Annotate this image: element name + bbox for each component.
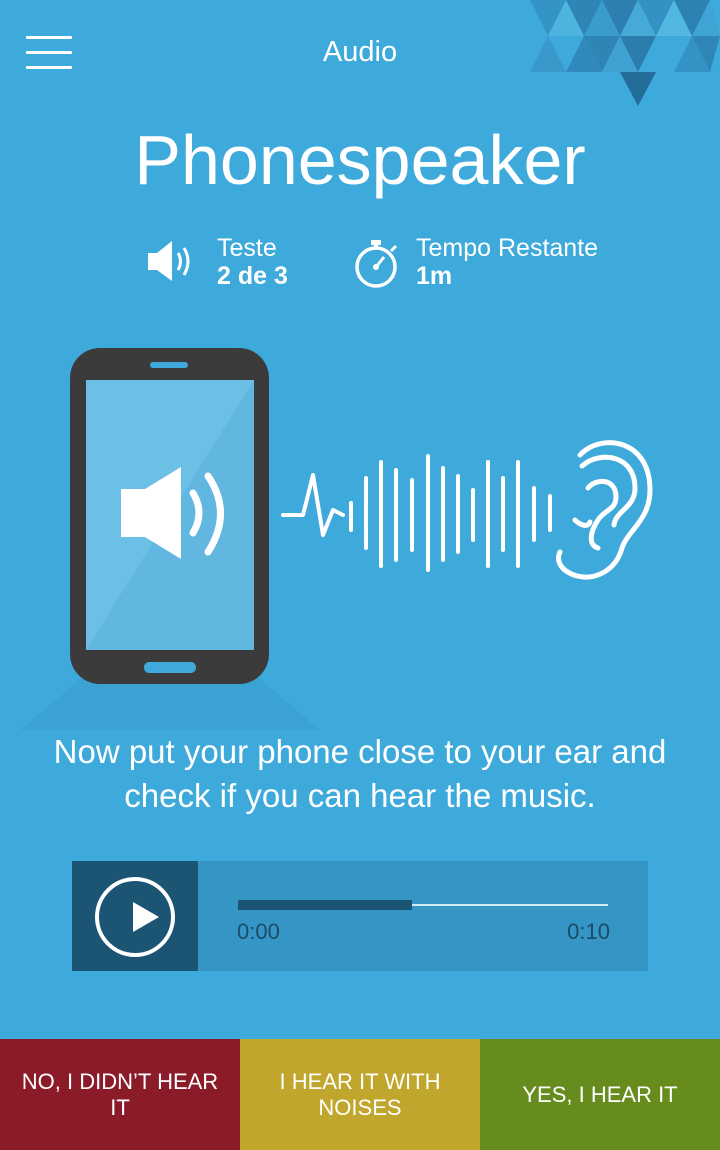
no-button[interactable]: NO, I DIDN’T HEAR IT — [0, 1039, 240, 1150]
progress-bar[interactable] — [238, 900, 608, 910]
with-noises-button[interactable]: I HEAR IT WITH NOISES — [240, 1039, 480, 1150]
sound-wave-icon — [281, 454, 552, 572]
stopwatch-icon — [355, 240, 398, 288]
test-value: 2 de 3 — [217, 262, 288, 290]
speaker-icon — [148, 241, 190, 281]
play-icon — [95, 877, 175, 957]
time-value: 1m — [416, 262, 453, 290]
app-title: Audio — [322, 36, 398, 68]
yes-button[interactable]: YES, I HEAR IT — [480, 1039, 720, 1150]
progress-fill — [238, 900, 412, 910]
instructions-text: Now put your phone close to your ear and… — [53, 733, 667, 814]
answer-buttons: NO, I DIDN’T HEAR IT I HEAR IT WITH NOIS… — [0, 1039, 720, 1150]
test-label: Teste — [217, 234, 277, 262]
duration: 0:10 — [567, 919, 610, 944]
page-title: Phonespeaker — [134, 121, 586, 199]
phone-speaker-icon — [70, 348, 269, 684]
time-label: Tempo Restante — [416, 234, 599, 262]
play-button[interactable] — [72, 861, 198, 971]
audio-player: 0:00 0:10 — [72, 861, 648, 971]
current-time: 0:00 — [237, 919, 280, 944]
audio-test-illustration — [20, 348, 653, 730]
ear-icon — [556, 440, 653, 580]
